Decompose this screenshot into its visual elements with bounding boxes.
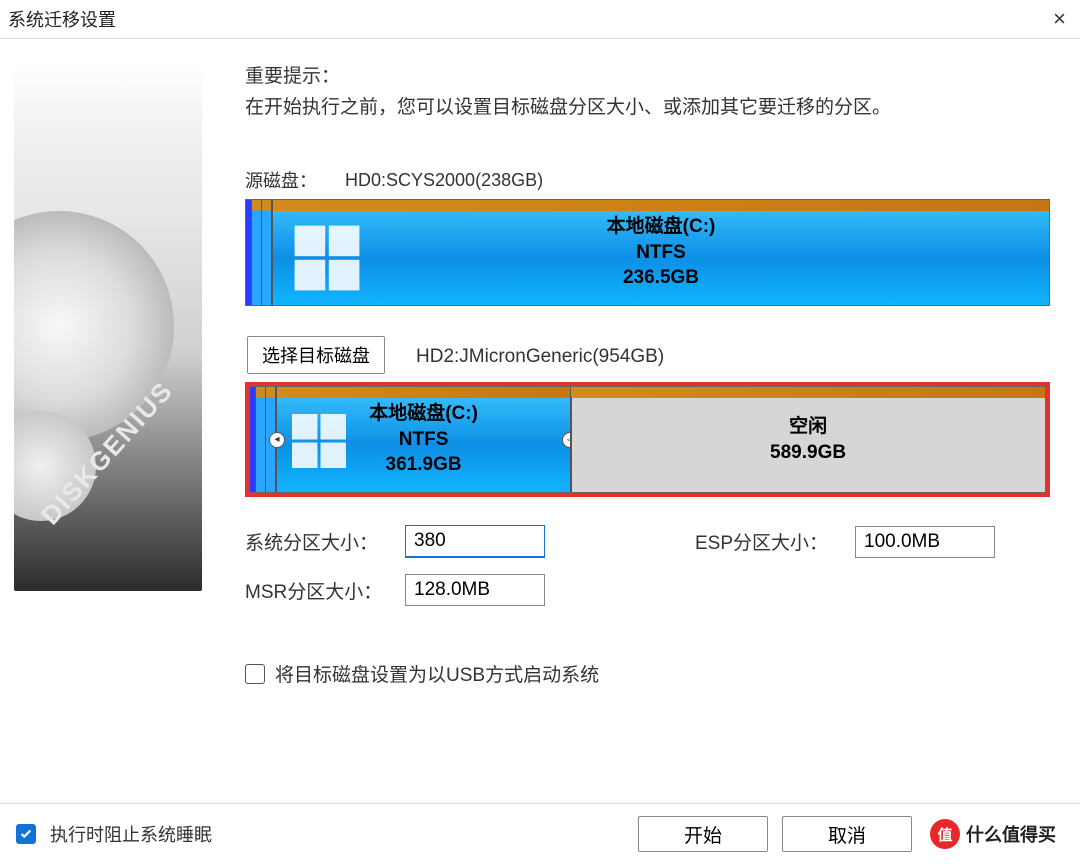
- small-partition-stripe: [252, 200, 262, 305]
- window-title: 系统迁移设置: [8, 6, 116, 32]
- source-disk-name: HD0:SCYS2000(238GB): [345, 170, 543, 191]
- select-target-disk-button[interactable]: 选择目标磁盘: [247, 336, 385, 374]
- target-partition-c[interactable]: 本地磁盘(C:) NTFS 361.9GB ◂ ⇔: [276, 387, 570, 492]
- smzdm-badge-icon: 值: [930, 819, 960, 849]
- usb-boot-checkbox[interactable]: [245, 664, 265, 684]
- prevent-sleep-label: 执行时阻止系统睡眠: [50, 821, 212, 847]
- free-label: 空闲: [789, 414, 827, 440]
- esp-size-input[interactable]: [855, 526, 995, 558]
- target-disk-name: HD2:JMicronGeneric(954GB): [416, 346, 664, 368]
- msr-size-label: MSR分区大小：: [245, 577, 395, 604]
- msr-size-input[interactable]: [405, 574, 545, 606]
- smzdm-watermark: 值 什么值得买: [926, 816, 1064, 852]
- prevent-sleep-checkbox[interactable]: [16, 824, 36, 844]
- target-highlight-box: 本地磁盘(C:) NTFS 361.9GB ◂ ⇔ 空闲 589.9GB: [245, 382, 1050, 497]
- small-partition-stripe: [256, 387, 266, 492]
- partition-size: 236.5GB: [623, 265, 699, 291]
- resize-handle-left-icon[interactable]: ◂: [269, 432, 285, 448]
- close-icon[interactable]: ×: [1053, 6, 1066, 32]
- partition-name: 本地磁盘(C:): [369, 401, 478, 427]
- source-label: 源磁盘：: [245, 167, 317, 193]
- smzdm-text: 什么值得买: [966, 821, 1056, 847]
- free-size: 589.9GB: [770, 440, 846, 466]
- partition-name: 本地磁盘(C:): [607, 214, 716, 240]
- source-disk-bar: 本地磁盘(C:) NTFS 236.5GB: [245, 199, 1050, 306]
- small-partition-stripe: [262, 200, 272, 305]
- footer: 执行时阻止系统睡眠 开始 取消 值 什么值得买: [0, 803, 1080, 866]
- target-free-space[interactable]: 空闲 589.9GB: [570, 387, 1045, 492]
- cancel-button[interactable]: 取消: [782, 816, 912, 852]
- target-disk-bar: 本地磁盘(C:) NTFS 361.9GB ◂ ⇔ 空闲 589.9GB: [249, 386, 1046, 493]
- partition-fs: NTFS: [399, 427, 449, 453]
- sys-size-input[interactable]: [405, 525, 545, 558]
- sidebar: DISKGENIUS: [0, 39, 215, 687]
- partition-size: 361.9GB: [386, 452, 462, 478]
- tip-text: 在开始执行之前，您可以设置目标磁盘分区大小、或添加其它要迁移的分区。: [245, 92, 1050, 119]
- partition-fs: NTFS: [636, 240, 686, 266]
- source-partition-c[interactable]: 本地磁盘(C:) NTFS 236.5GB: [272, 200, 1049, 305]
- sys-size-label: 系统分区大小：: [245, 528, 395, 555]
- start-button[interactable]: 开始: [638, 816, 768, 852]
- usb-boot-label: 将目标磁盘设置为以USB方式启动系统: [275, 660, 599, 687]
- tip-title: 重要提示：: [245, 61, 1050, 88]
- hdd-illustration: DISKGENIUS: [14, 61, 202, 591]
- esp-size-label: ESP分区大小：: [695, 528, 845, 555]
